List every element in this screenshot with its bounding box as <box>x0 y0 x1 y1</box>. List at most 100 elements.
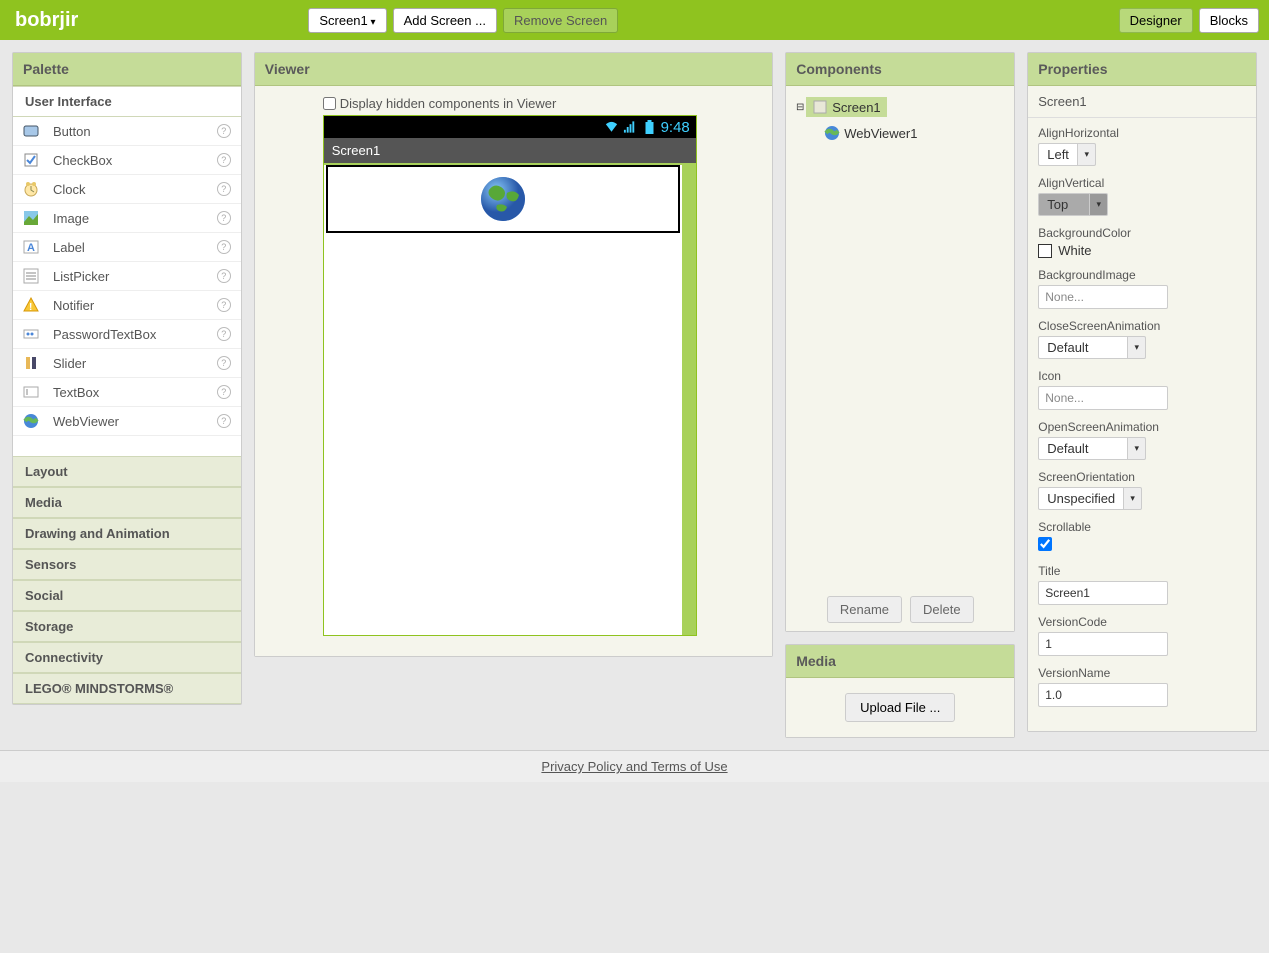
tree-collapse-icon[interactable]: ⊟ <box>794 102 806 113</box>
palette-item-notifier[interactable]: ! Notifier ? <box>13 291 241 320</box>
add-screen-button[interactable]: Add Screen ... <box>393 8 497 33</box>
webviewer-icon <box>824 125 840 141</box>
palette-section-social[interactable]: Social <box>13 580 241 611</box>
properties-header: Properties <box>1028 53 1256 86</box>
palette-section-sensors[interactable]: Sensors <box>13 549 241 580</box>
signal-icon <box>623 120 638 134</box>
prop-label-openanim: OpenScreenAnimation <box>1038 420 1246 434</box>
remove-screen-button[interactable]: Remove Screen <box>503 8 618 33</box>
notifier-icon: ! <box>23 297 39 313</box>
help-icon[interactable]: ? <box>217 124 231 138</box>
footer-link[interactable]: Privacy Policy and Terms of Use <box>541 759 727 774</box>
palette-section-connectivity[interactable]: Connectivity <box>13 642 241 673</box>
webviewer-component[interactable] <box>326 165 680 233</box>
password-icon <box>23 326 39 342</box>
phone-time: 9:48 <box>661 119 690 136</box>
tree-item-screen1[interactable]: ⊟ Screen1 <box>794 94 1006 120</box>
help-icon[interactable]: ? <box>217 153 231 167</box>
chevron-down-icon[interactable]: ▾ <box>1128 336 1146 359</box>
prop-input-backgroundimage[interactable] <box>1038 285 1168 309</box>
prop-input-title[interactable] <box>1038 581 1168 605</box>
textbox-icon <box>23 384 39 400</box>
chevron-down-icon[interactable]: ▾ <box>1078 143 1096 166</box>
phone-frame: 9:48 Screen1 <box>323 115 697 636</box>
properties-panel: Properties Screen1 AlignHorizontal Left … <box>1027 52 1257 732</box>
screen-dropdown[interactable]: Screen1 <box>308 8 386 33</box>
prop-select-alignvertical[interactable]: Top ▾ <box>1038 193 1246 216</box>
rename-button[interactable]: Rename <box>827 596 902 623</box>
project-title: bobrjir <box>15 9 78 32</box>
color-swatch <box>1038 244 1052 258</box>
viewer-panel: Viewer Display hidden components in View… <box>254 52 773 657</box>
palette-item-label[interactable]: A Label ? <box>13 233 241 262</box>
palette-section-layout[interactable]: Layout <box>13 456 241 487</box>
prop-select-closeanim[interactable]: Default ▾ <box>1038 336 1246 359</box>
properties-component-name: Screen1 <box>1028 86 1256 118</box>
checkbox-icon <box>23 152 39 168</box>
prop-input-icon[interactable] <box>1038 386 1168 410</box>
prop-label-screenorientation: ScreenOrientation <box>1038 470 1246 484</box>
palette-item-slider[interactable]: Slider ? <box>13 349 241 378</box>
palette-item-password[interactable]: PasswordTextBox ? <box>13 320 241 349</box>
palette-item-textbox[interactable]: TextBox ? <box>13 378 241 407</box>
tree-item-webviewer1[interactable]: WebViewer1 <box>794 120 1006 146</box>
palette-item-webviewer[interactable]: WebViewer ? <box>13 407 241 436</box>
palette-item-listpicker[interactable]: ListPicker ? <box>13 262 241 291</box>
palette-item-button[interactable]: Button ? <box>13 117 241 146</box>
prop-input-versionname[interactable] <box>1038 683 1168 707</box>
prop-label-backgroundcolor: BackgroundColor <box>1038 226 1246 240</box>
help-icon[interactable]: ? <box>217 240 231 254</box>
battery-icon <box>642 120 657 134</box>
help-icon[interactable]: ? <box>217 327 231 341</box>
components-header: Components <box>786 53 1014 86</box>
help-icon[interactable]: ? <box>217 182 231 196</box>
help-icon[interactable]: ? <box>217 414 231 428</box>
help-icon[interactable]: ? <box>217 385 231 399</box>
button-icon <box>23 123 39 139</box>
prop-select-screenorientation[interactable]: Unspecified ▾ <box>1038 487 1246 510</box>
palette-section-user-interface[interactable]: User Interface <box>13 86 241 117</box>
topbar: bobrjir Screen1 Add Screen ... Remove Sc… <box>0 0 1269 40</box>
prop-checkbox-scrollable[interactable] <box>1038 537 1052 551</box>
blocks-button[interactable]: Blocks <box>1199 8 1259 33</box>
phone-screen[interactable] <box>324 165 682 635</box>
globe-icon <box>479 175 527 223</box>
prop-input-versioncode[interactable] <box>1038 632 1168 656</box>
prop-select-alignhorizontal[interactable]: Left ▾ <box>1038 143 1246 166</box>
help-icon[interactable]: ? <box>217 211 231 225</box>
designer-button[interactable]: Designer <box>1119 8 1193 33</box>
phone-status-bar: 9:48 <box>324 116 696 138</box>
prop-label-alignhorizontal: AlignHorizontal <box>1038 126 1246 140</box>
chevron-down-icon[interactable]: ▾ <box>1124 487 1142 510</box>
viewer-header: Viewer <box>255 53 772 86</box>
prop-label-versionname: VersionName <box>1038 666 1246 680</box>
palette-section-media[interactable]: Media <box>13 487 241 518</box>
svg-text:!: ! <box>29 302 32 313</box>
prop-label-icon: Icon <box>1038 369 1246 383</box>
prop-select-openanim[interactable]: Default ▾ <box>1038 437 1246 460</box>
help-icon[interactable]: ? <box>217 356 231 370</box>
display-hidden-checkbox[interactable] <box>323 97 336 110</box>
delete-button[interactable]: Delete <box>910 596 974 623</box>
chevron-down-icon[interactable]: ▾ <box>1128 437 1146 460</box>
prop-label-scrollable: Scrollable <box>1038 520 1246 534</box>
palette-section-lego[interactable]: LEGO® MINDSTORMS® <box>13 673 241 704</box>
image-icon <box>23 210 39 226</box>
upload-file-button[interactable]: Upload File ... <box>845 693 955 722</box>
listpicker-icon <box>23 268 39 284</box>
prop-color-background[interactable]: White <box>1038 243 1246 258</box>
prop-label-alignvertical: AlignVertical <box>1038 176 1246 190</box>
components-panel: Components ⊟ Screen1 WebViewe <box>785 52 1015 632</box>
help-icon[interactable]: ? <box>217 269 231 283</box>
palette-item-clock[interactable]: Clock ? <box>13 175 241 204</box>
palette-item-checkbox[interactable]: CheckBox ? <box>13 146 241 175</box>
slider-icon <box>23 355 39 371</box>
phone-screen-title: Screen1 <box>324 138 696 163</box>
screen-icon <box>812 99 828 115</box>
display-hidden-label: Display hidden components in Viewer <box>340 96 557 111</box>
palette-section-drawing[interactable]: Drawing and Animation <box>13 518 241 549</box>
prop-label-versioncode: VersionCode <box>1038 615 1246 629</box>
palette-section-storage[interactable]: Storage <box>13 611 241 642</box>
palette-item-image[interactable]: Image ? <box>13 204 241 233</box>
help-icon[interactable]: ? <box>217 298 231 312</box>
